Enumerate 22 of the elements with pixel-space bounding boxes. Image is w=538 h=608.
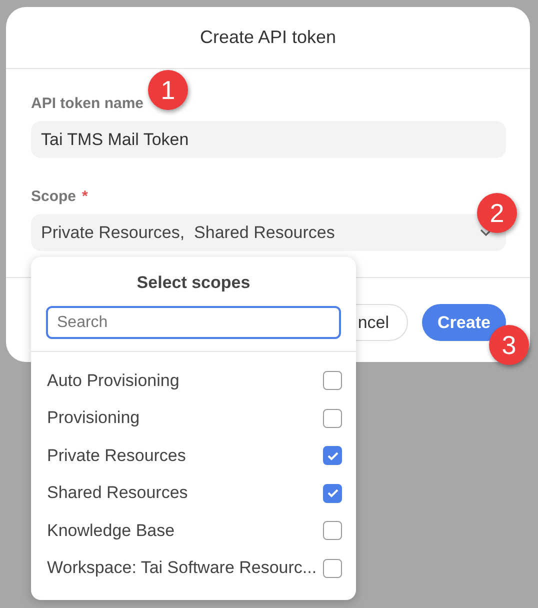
scope-option[interactable]: Provisioning (31, 400, 356, 437)
checkmark-icon (326, 450, 338, 461)
dropdown-title: Select scopes (136, 272, 252, 293)
checkbox[interactable] (323, 408, 342, 428)
checkbox[interactable] (323, 446, 342, 466)
scope-option[interactable]: Shared Resources (31, 474, 356, 512)
field-label: Scope (31, 188, 76, 205)
checkbox[interactable] (323, 521, 342, 540)
checkbox[interactable] (323, 371, 342, 390)
checkmark-icon (326, 488, 338, 498)
checkbox[interactable] (323, 484, 342, 503)
search-field[interactable]: Search (46, 306, 341, 339)
checkbox[interactable] (323, 558, 342, 578)
field-label: API token name (31, 95, 145, 112)
scope-option[interactable]: Private Resources (31, 437, 356, 474)
chevron-down-icon (480, 228, 492, 236)
scope-option[interactable]: Workspace: Tai Software Resourc... (31, 550, 356, 587)
token-name-field[interactable]: Tai TMS Mail Token (31, 121, 506, 158)
required-mark: * (82, 188, 88, 205)
scope-option[interactable]: Auto Provisioning (31, 362, 356, 400)
scope-option[interactable]: Knowledge Base (31, 512, 356, 550)
dialog-title: Create API token (6, 7, 530, 69)
